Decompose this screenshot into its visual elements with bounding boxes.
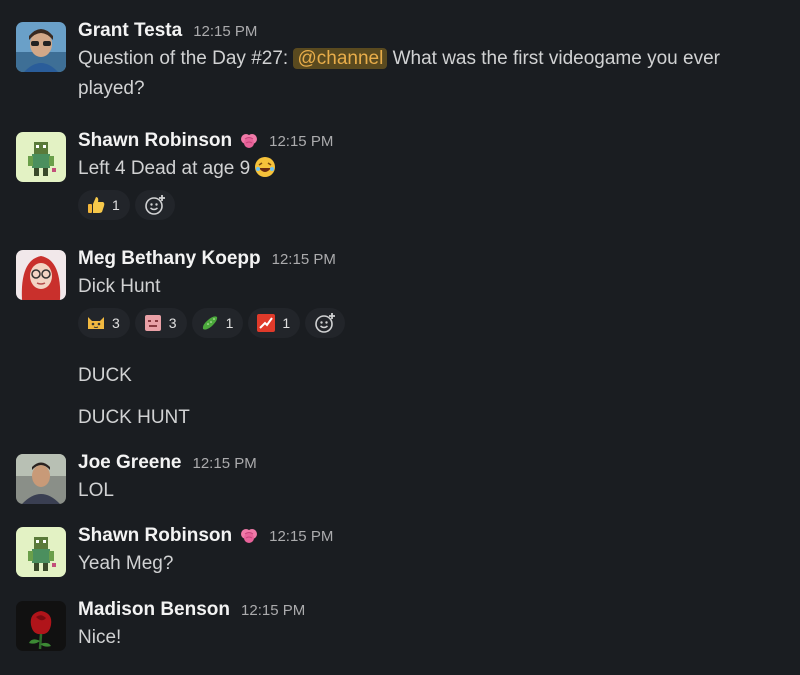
cat-emoji-icon — [86, 313, 106, 333]
reaction-cat[interactable]: 3 — [78, 308, 130, 338]
sender-name[interactable]: Joe Greene — [78, 452, 182, 474]
message-text: Question of the Day #27: @channel What w… — [78, 44, 786, 104]
reaction-count: 3 — [112, 315, 120, 331]
cucumber-emoji-icon — [200, 313, 220, 333]
sender-name[interactable]: Shawn Robinson — [78, 130, 232, 152]
message-feed: Grant Testa 12:15 PM Question of the Day… — [0, 0, 800, 675]
reaction-thumbs-up[interactable]: 1 — [78, 190, 130, 220]
avatar-joe-greene[interactable] — [16, 454, 66, 504]
avatar-shawn-robinson[interactable] — [16, 527, 66, 577]
sender-name[interactable]: Shawn Robinson — [78, 525, 232, 547]
brain-status-icon[interactable] — [240, 527, 258, 545]
sender-name[interactable]: Meg Bethany Koepp — [78, 248, 261, 270]
timestamp[interactable]: 12:15 PM — [193, 455, 257, 472]
add-emoji-icon — [144, 195, 165, 215]
timestamp[interactable]: 12:15 PM — [269, 528, 333, 545]
message-text-part: Left 4 Dead at age 9 — [78, 158, 251, 179]
rofl-emoji-icon — [254, 156, 276, 178]
message-text[interactable]: DUCK — [78, 361, 132, 391]
message-text-part: Question of the Day #27: — [78, 48, 294, 69]
message-text[interactable]: DUCK HUNT — [78, 403, 190, 433]
message-text: Dick Hunt — [78, 276, 161, 297]
sender-name[interactable]: Madison Benson — [78, 599, 230, 621]
reaction-bar: 1 — [78, 190, 786, 220]
reaction-count: 1 — [112, 197, 120, 213]
add-reaction-button[interactable] — [134, 190, 175, 220]
message-text: Left 4 Dead at age 9 — [78, 154, 786, 184]
sender-name[interactable]: Grant Testa — [78, 20, 182, 42]
timestamp[interactable]: 12:15 PM — [272, 251, 336, 268]
reaction-count: 1 — [225, 315, 234, 331]
timestamp[interactable]: 12:15 PM — [193, 23, 257, 40]
add-reaction-button[interactable] — [305, 308, 346, 338]
reaction-count: 3 — [168, 315, 177, 331]
message-text: Yeah Meg? — [78, 553, 174, 574]
avatar-shawn-robinson[interactable] — [16, 132, 66, 182]
reaction-count: 1 — [282, 315, 291, 331]
message-text: Nice! — [78, 627, 122, 648]
thumbs-up-icon — [86, 195, 106, 215]
avatar-grant-testa[interactable] — [16, 22, 66, 72]
avatar-meg-bethany-koepp[interactable] — [16, 250, 66, 300]
channel-mention[interactable]: @channel — [293, 48, 388, 69]
graph-emoji-icon — [256, 313, 276, 333]
add-emoji-icon — [315, 313, 336, 333]
pink-face-emoji-icon — [143, 313, 163, 333]
timestamp[interactable]: 12:15 PM — [269, 133, 333, 150]
reaction-bar: 3 3 1 1 — [78, 308, 786, 338]
avatar-madison-benson[interactable] — [16, 601, 66, 651]
reaction-pink-face[interactable]: 3 — [134, 308, 187, 338]
reaction-graph[interactable]: 1 — [248, 308, 301, 338]
brain-status-icon[interactable] — [240, 132, 258, 150]
timestamp[interactable]: 12:15 PM — [241, 602, 305, 619]
reaction-cucumber[interactable]: 1 — [191, 308, 244, 338]
message-text: LOL — [78, 480, 114, 501]
